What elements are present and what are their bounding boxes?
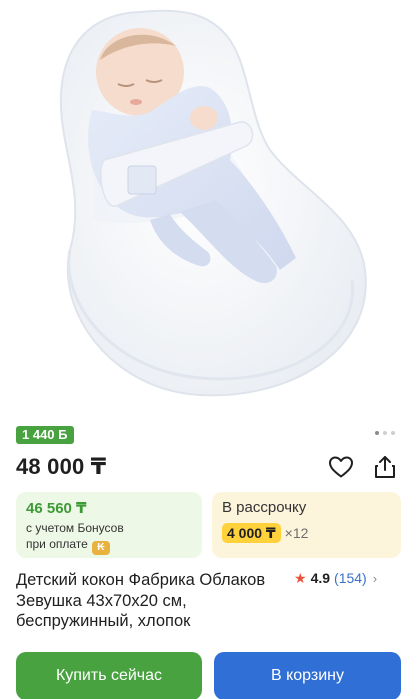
kaspi-coin-icon: ₭ <box>91 541 110 555</box>
heart-icon <box>329 456 353 478</box>
product-image[interactable] <box>0 0 417 420</box>
installment-title: В рассрочку <box>222 499 307 516</box>
favorite-button[interactable] <box>326 452 356 482</box>
product-title: Детский кокон Фабрика Облаков Зевушка 43… <box>16 571 266 630</box>
bonus-note-line1: с учетом Бонусов <box>26 521 124 535</box>
chevron-right-icon: › <box>372 570 378 586</box>
add-to-cart-button[interactable]: В корзину <box>214 652 401 699</box>
review-count[interactable]: (154) <box>334 570 367 586</box>
star-icon: ★ <box>294 570 307 586</box>
installment-multiplier: ×12 <box>284 525 309 541</box>
buy-now-button[interactable]: Купить сейчас <box>16 652 202 699</box>
gallery-dot[interactable] <box>375 431 379 435</box>
bonus-price: 46 560 ₸ <box>26 500 87 517</box>
bonus-badge: 1 440 Б <box>16 426 74 444</box>
product-price: 48 000 ₸ <box>16 454 107 479</box>
installment-amount: 4 000 ₸ <box>222 523 281 543</box>
bonus-price-card[interactable]: 46 560 ₸ с учетом Бонусов при оплате ₭ <box>16 492 202 558</box>
product-rating[interactable]: ★ 4.9 (154) › <box>294 570 377 586</box>
bonus-note-line2: при оплате ₭ <box>26 536 192 555</box>
gallery-dot[interactable] <box>391 431 395 435</box>
installment-row: 4 000 ₸ ×12 <box>222 523 391 543</box>
product-photo <box>59 9 367 397</box>
installment-card[interactable]: В рассрочку 4 000 ₸ ×12 <box>212 492 401 558</box>
bonus-note-text: при оплате <box>26 537 88 551</box>
share-icon <box>375 456 395 478</box>
share-button[interactable] <box>370 452 400 482</box>
bonus-note: с учетом Бонусов при оплате ₭ <box>26 520 192 555</box>
gallery-dots <box>375 431 395 435</box>
rating-score: 4.9 <box>310 570 331 586</box>
gallery-dot[interactable] <box>383 431 387 435</box>
